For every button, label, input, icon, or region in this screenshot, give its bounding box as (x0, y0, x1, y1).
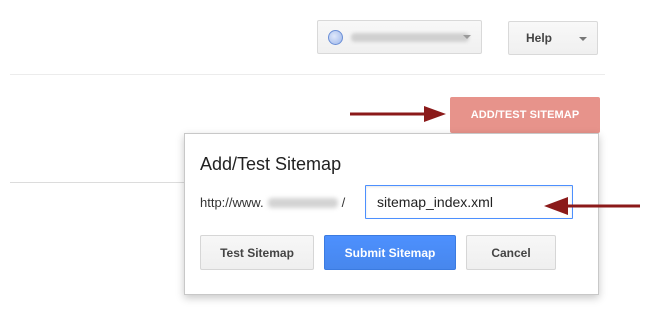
submit-sitemap-button[interactable]: Submit Sitemap (324, 235, 456, 270)
arrow-to-input-icon (544, 197, 640, 215)
submit-sitemap-label: Submit Sitemap (344, 245, 436, 260)
add-test-sitemap-dialog: Add/Test Sitemap http://www. / Test Site… (184, 133, 599, 295)
site-selector-dropdown[interactable] (317, 20, 482, 54)
arrow-to-add-button-icon (350, 106, 446, 122)
url-prefix-start: http://www. (200, 195, 264, 210)
help-button-label: Help (526, 31, 553, 45)
dialog-title: Add/Test Sitemap (200, 154, 342, 174)
url-prefix-end: / (341, 195, 346, 210)
add-test-sitemap-button[interactable]: ADD/TEST SITEMAP (450, 97, 600, 133)
help-button[interactable]: Help (508, 21, 598, 55)
chevron-down-icon (463, 35, 471, 39)
domain-blurred (267, 197, 338, 208)
cancel-button[interactable]: Cancel (466, 235, 556, 270)
cancel-label: Cancel (491, 245, 531, 260)
header-divider (10, 74, 605, 75)
chevron-down-icon (579, 37, 587, 41)
test-sitemap-button[interactable]: Test Sitemap (200, 235, 314, 270)
content-divider (10, 182, 185, 183)
url-prefix: http://www. / (200, 195, 345, 210)
globe-icon (328, 29, 343, 45)
test-sitemap-label: Test Sitemap (220, 245, 294, 260)
site-url-blurred (351, 32, 469, 42)
add-test-sitemap-label: ADD/TEST SITEMAP (470, 109, 580, 121)
